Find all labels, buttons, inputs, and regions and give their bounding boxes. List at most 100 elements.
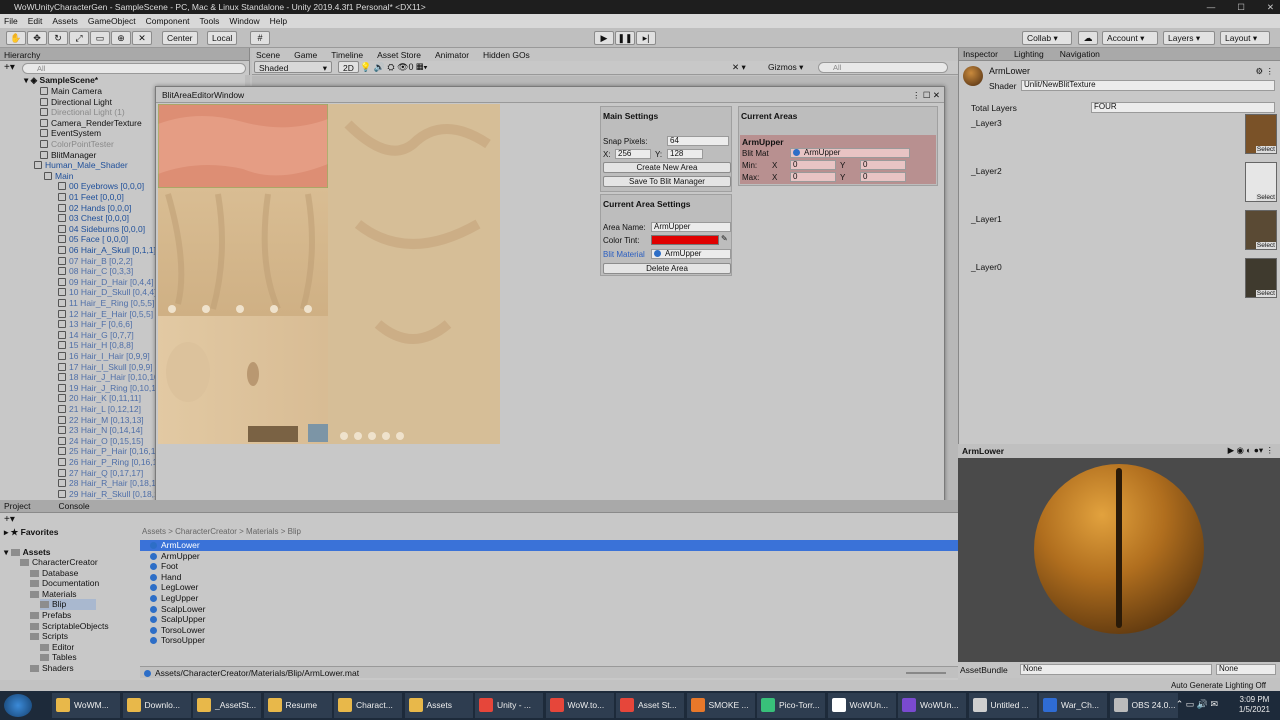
tab-project[interactable]: Project [4, 500, 30, 512]
taskbar-item[interactable]: Unity - ... [475, 693, 543, 718]
gizmos-dropdown[interactable]: Gizmos ▾ [768, 62, 803, 73]
tab-inspector[interactable]: Inspector [963, 48, 998, 60]
hierarchy-item[interactable]: ColorPointTester [40, 139, 114, 150]
texture-atlas[interactable] [157, 103, 500, 444]
total-layers-dropdown[interactable]: FOUR [1091, 102, 1275, 113]
layer-texture-slot[interactable]: Select [1245, 162, 1277, 202]
file-item[interactable]: Foot [140, 561, 958, 572]
project-folder[interactable]: Editor [40, 642, 74, 653]
project-folder[interactable]: CharacterCreator [20, 557, 98, 568]
hierarchy-item[interactable]: Directional Light (1) [40, 107, 125, 118]
step-icon[interactable]: ▸| [636, 31, 656, 45]
project-folder[interactable]: ScriptableObjects [30, 621, 109, 632]
hierarchy-item[interactable]: 14 Hair_G [0,7,7] [58, 330, 134, 341]
scene-tab[interactable]: Hidden GOs [483, 50, 530, 60]
file-item[interactable]: LegLower [140, 582, 958, 593]
hierarchy-item[interactable]: 24 Hair_O [0,15,15] [58, 436, 143, 447]
layout-dropdown[interactable]: Layout ▾ [1220, 31, 1270, 45]
eyedropper-icon[interactable]: ✎ [721, 234, 728, 243]
menu-window[interactable]: Window [229, 16, 259, 26]
area-blit-mat-field[interactable]: ArmUpper [790, 148, 910, 158]
project-folder[interactable]: Documentation [30, 578, 99, 589]
preview-controls-icon[interactable]: ▶ ◉ ◐ ●▾ ⋮ [1228, 445, 1274, 456]
scene-tab[interactable]: Scene [256, 50, 280, 60]
color-tint-swatch[interactable] [651, 235, 719, 245]
scene-tab[interactable]: Animator [435, 50, 469, 60]
file-item[interactable]: ArmUpper [140, 551, 958, 562]
account-dropdown[interactable]: Account ▾ [1102, 31, 1158, 45]
select-button[interactable]: Select [1255, 146, 1276, 153]
hierarchy-tab[interactable]: Hierarchy [4, 49, 40, 61]
taskbar-item[interactable]: War_Ch... [1039, 693, 1107, 718]
hierarchy-item[interactable]: 03 Chest [0,0,0] [58, 213, 129, 224]
taskbar-item[interactable]: Charact... [334, 693, 402, 718]
taskbar-item[interactable]: Resume [263, 693, 332, 718]
scene-root[interactable]: ▾ ◈ SampleScene* [24, 75, 98, 86]
close-icon[interactable]: ✕ [1267, 0, 1274, 14]
collab-button[interactable]: Collab ▾ [1022, 31, 1072, 45]
arm-lower-area[interactable] [158, 188, 328, 316]
hierarchy-item[interactable]: 15 Hair_H [0,8,8] [58, 340, 133, 351]
hierarchy-item[interactable]: 06 Hair_A_Skull [0,1,1] [58, 245, 156, 256]
hierarchy-item[interactable]: 25 Hair_P_Hair [0,16,16] [58, 446, 163, 457]
lighting-icon[interactable]: 💡 🔊 ⛭ 👁0 ▦▾ [360, 62, 428, 73]
scale-tool-icon[interactable]: ⤢ [69, 31, 89, 45]
max-x-input[interactable]: 0 [790, 172, 836, 182]
hierarchy-item[interactable]: 09 Hair_D_Hair [0,4,4] [58, 277, 154, 288]
shading-dropdown[interactable]: Shaded ▾ [254, 61, 332, 73]
taskbar-item[interactable]: WoWM... [52, 693, 120, 718]
hierarchy-search-input[interactable]: All [22, 63, 246, 74]
select-button[interactable]: Select [1255, 290, 1276, 297]
tools-icon[interactable]: ✕ ▾ [732, 62, 746, 73]
torso-area[interactable] [328, 104, 500, 444]
scene-tab[interactable]: Timeline [331, 50, 363, 60]
select-button[interactable]: Select [1255, 242, 1276, 249]
custom-tool-icon[interactable]: ✕ [132, 31, 152, 45]
hierarchy-item[interactable]: 01 Feet [0,0,0] [58, 192, 124, 203]
taskbar-item[interactable]: Untitled ... [968, 693, 1037, 718]
create-new-area-button[interactable]: Create New Area [603, 162, 731, 173]
hierarchy-item[interactable]: 00 Eyebrows [0,0,0] [58, 181, 144, 192]
project-folder[interactable]: Tables [40, 652, 77, 663]
project-add-icon[interactable]: +▾ [4, 514, 15, 525]
snap-pixels-input[interactable]: 64 [667, 136, 729, 146]
project-folder[interactable]: Materials [30, 589, 76, 600]
preview-area[interactable] [958, 458, 1280, 662]
transform-tool-icon[interactable]: ⊕ [111, 31, 131, 45]
taskbar-item[interactable]: WoW.to... [545, 693, 614, 718]
select-button[interactable]: Select [1255, 194, 1276, 201]
project-folder[interactable]: Shaders [30, 663, 74, 674]
assets-root[interactable]: ▾ Assets [4, 547, 51, 558]
pause-icon[interactable]: ❚❚ [615, 31, 635, 45]
hierarchy-item[interactable]: 08 Hair_C [0,3,3] [58, 266, 133, 277]
inspector-menu-icon[interactable]: ⚙ ⋮ [1256, 66, 1274, 77]
shader-dropdown[interactable]: Unlit/NewBlitTexture [1021, 80, 1275, 91]
hierarchy-item[interactable]: 10 Hair_D_Skull [0,4,4] [58, 287, 156, 298]
y-input[interactable]: 128 [667, 149, 703, 159]
maximize-icon[interactable]: ☐ [1237, 0, 1245, 14]
layer-texture-slot[interactable]: Select [1245, 258, 1277, 298]
taskbar-item[interactable]: _AssetSt... [193, 693, 261, 718]
taskbar-item[interactable]: WoWUn... [898, 693, 966, 718]
hierarchy-item[interactable]: 04 Sideburns [0,0,0] [58, 224, 145, 235]
minimize-icon[interactable]: — [1207, 0, 1216, 14]
hand-tool-icon[interactable]: ✋ [6, 31, 26, 45]
tab-navigation[interactable]: Navigation [1060, 48, 1100, 60]
hierarchy-item[interactable]: 07 Hair_B [0,2,2] [58, 256, 133, 267]
taskbar-item[interactable]: OBS 24.0... [1109, 693, 1178, 718]
file-item[interactable]: ScalpUpper [140, 614, 958, 625]
pivot-center-button[interactable]: Center [162, 31, 198, 45]
project-folder[interactable]: Prefabs [30, 610, 71, 621]
menu-edit[interactable]: Edit [28, 16, 43, 26]
start-button-icon[interactable] [4, 694, 32, 717]
hierarchy-item[interactable]: 26 Hair_P_Ring [0,16,16] [58, 457, 164, 468]
hierarchy-item[interactable]: 17 Hair_I_Skull [0,9,9] [58, 362, 153, 373]
file-item[interactable]: TorsoLower [140, 625, 958, 636]
hierarchy-item[interactable]: 13 Hair_F [0,6,6] [58, 319, 132, 330]
tab-lighting[interactable]: Lighting [1014, 48, 1044, 60]
hierarchy-item[interactable]: BlitManager [40, 150, 96, 161]
hierarchy-item[interactable]: EventSystem [40, 128, 101, 139]
hierarchy-item[interactable]: Main [44, 171, 73, 182]
grid-snap-icon[interactable]: # [250, 31, 270, 45]
project-folder[interactable]: Scripts [30, 631, 68, 642]
